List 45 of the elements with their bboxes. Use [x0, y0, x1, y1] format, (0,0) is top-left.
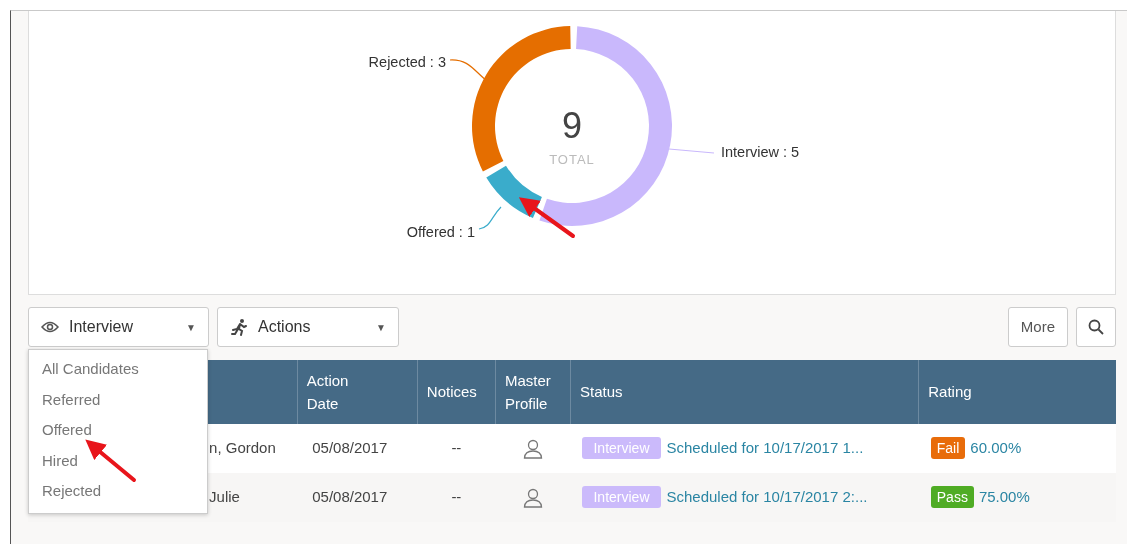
person-icon[interactable]	[522, 439, 543, 460]
result-badge: Pass	[930, 486, 974, 509]
action-date: 05/08/2017	[312, 488, 388, 506]
menu-item[interactable]: All Candidates	[29, 354, 207, 385]
slice-label: Offered : 1	[406, 224, 475, 240]
column-header: Master Profile	[504, 370, 551, 414]
status-badge: Interview	[582, 486, 661, 509]
eye-icon	[41, 321, 59, 333]
total-count: 9	[562, 105, 582, 146]
menu-item[interactable]: Referred	[29, 384, 207, 415]
notices-value: --	[451, 488, 462, 506]
menu-item[interactable]: Rejected	[29, 476, 207, 507]
candidate-name: n, Gordon	[209, 439, 276, 457]
rating-value: 75.00%	[978, 488, 1030, 506]
slice-label: Interview : 5	[721, 144, 800, 160]
schedule-link[interactable]: Scheduled for 10/17/2017 2:...	[666, 488, 868, 506]
result-badge: Fail	[930, 437, 966, 460]
annotation-arrow	[85, 439, 136, 482]
person-icon[interactable]	[522, 488, 543, 509]
status-badge: Interview	[582, 437, 661, 460]
leader-line	[668, 148, 715, 154]
leader-line	[478, 206, 502, 230]
column-header: Action Date	[306, 370, 349, 414]
menu-item[interactable]: Offered	[29, 415, 207, 446]
filter-dropdown[interactable]: Interview ▼	[28, 307, 209, 347]
actions-dropdown[interactable]: Actions ▼	[217, 307, 399, 347]
running-person-icon	[230, 318, 248, 336]
rating-value: 60.00%	[970, 439, 1022, 457]
slice-label: Rejected : 3	[368, 54, 446, 70]
notices-value: --	[451, 439, 462, 457]
search-button[interactable]	[1076, 307, 1116, 347]
total-label: TOTAL	[549, 152, 595, 167]
menu-item[interactable]: Hired	[29, 445, 207, 476]
candidate-name: Julie	[209, 488, 240, 506]
more-button[interactable]: More	[1007, 307, 1068, 347]
action-date: 05/08/2017	[312, 439, 388, 457]
search-icon	[1088, 319, 1104, 335]
schedule-link[interactable]: Scheduled for 10/17/2017 1...	[666, 439, 864, 457]
caret-icon: ▼	[376, 319, 386, 335]
caret-icon: ▼	[186, 319, 196, 335]
column-header: Status	[579, 382, 623, 403]
leader-line	[449, 59, 488, 82]
column-header: Rating	[928, 382, 972, 403]
column-header: Notices	[426, 382, 477, 403]
annotation-arrow	[518, 197, 575, 238]
